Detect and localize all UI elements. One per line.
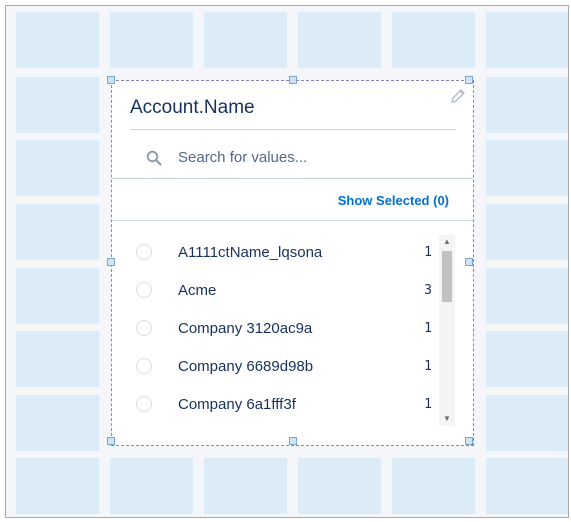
grid-cell <box>16 12 99 68</box>
search-icon <box>146 150 162 166</box>
grid-cell <box>16 268 99 324</box>
search-input[interactable]: Search for values... <box>178 149 307 166</box>
search-divider <box>112 178 473 179</box>
list-item[interactable]: Company 6689d98b 1 <box>112 348 432 386</box>
list-item[interactable]: Company 3120ac9a 1 <box>112 310 432 348</box>
grid-cell <box>486 458 568 514</box>
grid-cell <box>204 12 287 68</box>
triangle-up-icon[interactable]: ▲ <box>439 235 455 249</box>
list-item[interactable]: A1111ctName_lqsona 1 <box>112 234 432 272</box>
list-item-label: Company 6a1fff3f <box>178 396 296 413</box>
grid-cell <box>486 140 568 196</box>
resize-handle-right[interactable] <box>465 258 473 266</box>
list-item-count: 1 <box>424 397 432 412</box>
grid-cell <box>110 12 193 68</box>
grid-cell <box>298 458 381 514</box>
grid-cell <box>486 268 568 324</box>
resize-handle-top-right[interactable] <box>465 76 473 84</box>
list-selector-widget[interactable]: Account.Name Search for values... Show S… <box>107 76 474 446</box>
list-item-label: Company 6689d98b <box>178 358 314 375</box>
grid-cell <box>392 12 475 68</box>
resize-handle-bottom-left[interactable] <box>107 437 115 445</box>
grid-cell <box>16 331 99 387</box>
list-scrollbar[interactable]: ▲ ▼ <box>439 235 455 426</box>
list-item-count: 3 <box>424 283 432 298</box>
show-selected-link[interactable]: Show Selected (0) <box>338 193 449 208</box>
radio-button[interactable] <box>136 244 152 260</box>
widget-title: Account.Name <box>130 97 255 118</box>
grid-cell <box>16 140 99 196</box>
grid-cell <box>16 77 99 133</box>
title-divider <box>130 129 456 130</box>
grid-cell <box>204 458 287 514</box>
scrollbar-thumb[interactable] <box>442 251 452 302</box>
grid-cell <box>16 395 99 451</box>
radio-button[interactable] <box>136 282 152 298</box>
list-item-count: 1 <box>424 245 432 260</box>
list-item-label: Acme <box>178 282 217 299</box>
grid-cell <box>16 204 99 260</box>
values-list: A1111ctName_lqsona 1 Acme 3 Company 3120… <box>112 227 457 427</box>
list-item[interactable]: Acme 3 <box>112 272 432 310</box>
grid-cell <box>16 458 99 514</box>
grid-cell <box>486 204 568 260</box>
list-divider <box>112 220 473 221</box>
radio-button[interactable] <box>136 396 152 412</box>
grid-cell <box>392 458 475 514</box>
search-field[interactable]: Search for values... <box>130 141 456 175</box>
resize-handle-top[interactable] <box>289 76 297 84</box>
grid-cell <box>486 77 568 133</box>
grid-cell <box>486 395 568 451</box>
grid-cell <box>110 458 193 514</box>
resize-handle-top-left[interactable] <box>107 76 115 84</box>
resize-handle-bottom-right[interactable] <box>465 437 473 445</box>
grid-cell <box>486 12 568 68</box>
radio-button[interactable] <box>136 358 152 374</box>
grid-cell <box>298 12 381 68</box>
list-item-count: 1 <box>424 359 432 374</box>
list-item[interactable]: Company 6a1fff3f 1 <box>112 386 432 424</box>
list-item-label: Company 3120ac9a <box>178 320 313 337</box>
radio-button[interactable] <box>136 320 152 336</box>
grid-cell <box>486 331 568 387</box>
pencil-icon[interactable] <box>450 88 466 104</box>
list-item-label: A1111ctName_lqsona <box>178 244 323 261</box>
resize-handle-bottom[interactable] <box>289 437 297 445</box>
triangle-down-icon[interactable]: ▼ <box>439 412 455 426</box>
list-item-count: 1 <box>424 321 432 336</box>
